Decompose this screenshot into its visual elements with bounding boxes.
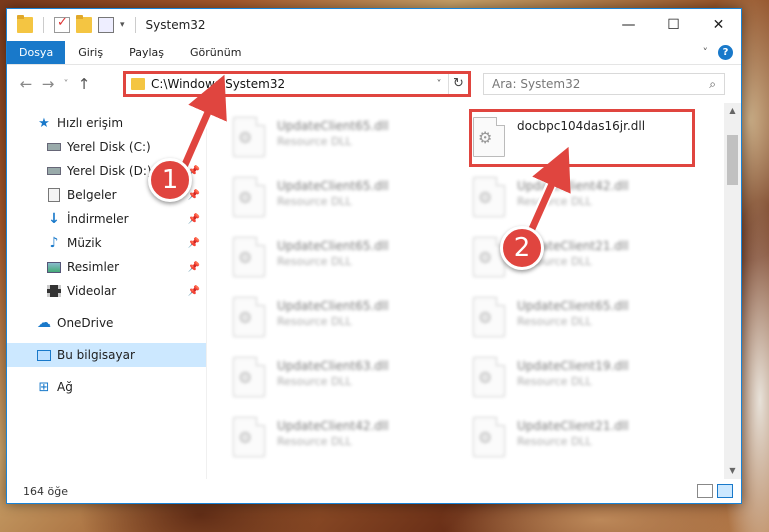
up-arrow-icon[interactable]: ↑ — [73, 75, 95, 93]
back-arrow-icon[interactable]: ← — [15, 75, 37, 93]
pin-icon[interactable]: 📌 — [188, 286, 200, 297]
nav-downloads[interactable]: ↓ İndirmeler 📌 — [7, 207, 206, 231]
search-placeholder: Ara: System32 — [492, 77, 581, 91]
dll-file-icon — [233, 297, 265, 337]
cloud-icon: ☁ — [37, 315, 51, 331]
nav-this-pc[interactable]: Bu bilgisayar — [7, 343, 206, 367]
dll-file-icon — [233, 117, 265, 157]
details-view-icon[interactable] — [697, 484, 713, 498]
file-item[interactable]: UpdateClient65.dllResource DLL — [233, 117, 453, 167]
nav-network[interactable]: ⊞ Ağ — [7, 375, 206, 399]
nav-music[interactable]: ♪ Müzik 📌 — [7, 231, 206, 255]
tab-home[interactable]: Giriş — [65, 41, 116, 64]
customize-toolbar-icon[interactable] — [98, 17, 114, 33]
file-item[interactable]: UpdateClient65.dllResource DLL — [473, 297, 693, 347]
pin-icon[interactable]: 📌 — [188, 262, 200, 273]
step-1-badge: 1 — [148, 158, 192, 202]
tab-file[interactable]: Dosya — [7, 41, 66, 64]
file-item[interactable]: UpdateClient42.dllResource DLL — [473, 177, 693, 227]
file-item[interactable]: UpdateClient65.dllResource DLL — [233, 237, 453, 287]
expand-ribbon-icon[interactable]: ˅ — [703, 46, 709, 59]
dll-file-icon — [233, 177, 265, 217]
pin-icon[interactable]: 📌 — [188, 214, 200, 225]
minimize-button[interactable]: — — [606, 9, 651, 41]
nav-local-disk-c[interactable]: Yerel Disk (C:) 📌 — [7, 135, 206, 159]
address-row: ← → ˅ ↑ C:\Windows\System32 ˅ ↻ Ara: Sys… — [7, 65, 741, 103]
file-item[interactable]: UpdateClient65.dllResource DLL — [233, 297, 453, 347]
title-bar: ▾ System32 — ☐ ✕ — [7, 9, 741, 41]
dll-file-icon — [233, 417, 265, 457]
dll-file-icon — [473, 417, 505, 457]
network-icon: ⊞ — [38, 379, 50, 395]
drive-icon — [47, 143, 61, 151]
quick-access-toolbar: ▾ — [7, 15, 140, 33]
tab-view[interactable]: Görünüm — [177, 41, 254, 64]
dll-file-icon — [473, 357, 505, 397]
target-file-highlight — [469, 109, 695, 167]
dll-file-icon — [233, 237, 265, 277]
file-item[interactable]: UpdateClient65.dllResource DLL — [233, 177, 453, 227]
pin-icon[interactable]: 📌 — [188, 142, 200, 153]
address-bar[interactable]: C:\Windows\System32 ˅ ↻ — [123, 71, 471, 97]
address-dropdown-icon[interactable]: ˅ — [430, 79, 448, 90]
nav-onedrive[interactable]: ☁ OneDrive — [7, 311, 206, 335]
file-item[interactable]: UpdateClient63.dllResource DLL — [233, 357, 453, 407]
folder-icon[interactable] — [17, 15, 33, 33]
scrollbar-thumb[interactable] — [727, 135, 738, 185]
window-controls: — ☐ ✕ — [606, 9, 741, 41]
dll-file-icon — [473, 297, 505, 337]
close-button[interactable]: ✕ — [696, 9, 741, 41]
file-item[interactable]: UpdateClient19.dllResource DLL — [473, 357, 693, 407]
file-explorer-window: ▾ System32 — ☐ ✕ Dosya Giriş Paylaş Görü… — [6, 8, 742, 504]
computer-icon — [37, 349, 51, 361]
nav-videos[interactable]: Videolar 📌 — [7, 279, 206, 303]
dll-file-icon — [233, 357, 265, 397]
file-item[interactable]: UpdateClient42.dllResource DLL — [233, 417, 453, 467]
videos-icon — [47, 285, 61, 297]
dll-file-icon — [473, 177, 505, 217]
search-icon[interactable]: ⌕ — [709, 77, 716, 92]
refresh-icon[interactable]: ↻ — [448, 74, 468, 94]
toolbar-dropdown-icon[interactable]: ▾ — [120, 20, 125, 30]
ribbon-tabs: Dosya Giriş Paylaş Görünüm ˅ ? — [7, 41, 741, 65]
file-item[interactable]: UpdateClient21.dllResource DLL — [473, 417, 693, 467]
downloads-icon: ↓ — [48, 211, 60, 227]
properties-check-icon[interactable] — [54, 15, 70, 33]
drive-icon — [47, 167, 61, 175]
forward-arrow-icon[interactable]: → — [37, 75, 59, 93]
pin-icon[interactable]: 📌 — [188, 190, 200, 201]
nav-quick-access[interactable]: ★ Hızlı erişim — [7, 111, 206, 135]
help-icon[interactable]: ? — [718, 45, 733, 60]
scroll-down-icon[interactable]: ▼ — [724, 463, 741, 479]
scroll-up-icon[interactable]: ▲ — [724, 103, 741, 119]
pin-icon[interactable]: 📌 — [188, 238, 200, 249]
recent-locations-icon[interactable]: ˅ — [59, 79, 73, 90]
file-list: UpdateClient65.dllResource DLL UpdateCli… — [207, 103, 741, 479]
folder-icon — [131, 78, 145, 90]
large-icons-view-icon[interactable] — [717, 484, 733, 498]
nav-pictures[interactable]: Resimler 📌 — [7, 255, 206, 279]
search-input[interactable]: Ara: System32 ⌕ — [483, 73, 725, 95]
maximize-button[interactable]: ☐ — [651, 9, 696, 41]
documents-icon — [48, 188, 60, 202]
pictures-icon — [47, 261, 61, 273]
step-2-badge: 2 — [500, 226, 544, 270]
status-bar: 164 öğe — [7, 479, 741, 503]
music-icon: ♪ — [49, 235, 59, 251]
address-path[interactable]: C:\Windows\System32 — [151, 77, 430, 91]
explorer-body: ★ Hızlı erişim Yerel Disk (C:) 📌 Yerel D… — [7, 103, 741, 479]
star-icon: ★ — [38, 115, 50, 131]
tab-share[interactable]: Paylaş — [116, 41, 177, 64]
window-title: System32 — [145, 18, 206, 32]
item-count: 164 öğe — [23, 484, 68, 498]
new-folder-icon[interactable] — [76, 15, 92, 33]
vertical-scrollbar[interactable]: ▲ ▼ — [724, 103, 741, 479]
